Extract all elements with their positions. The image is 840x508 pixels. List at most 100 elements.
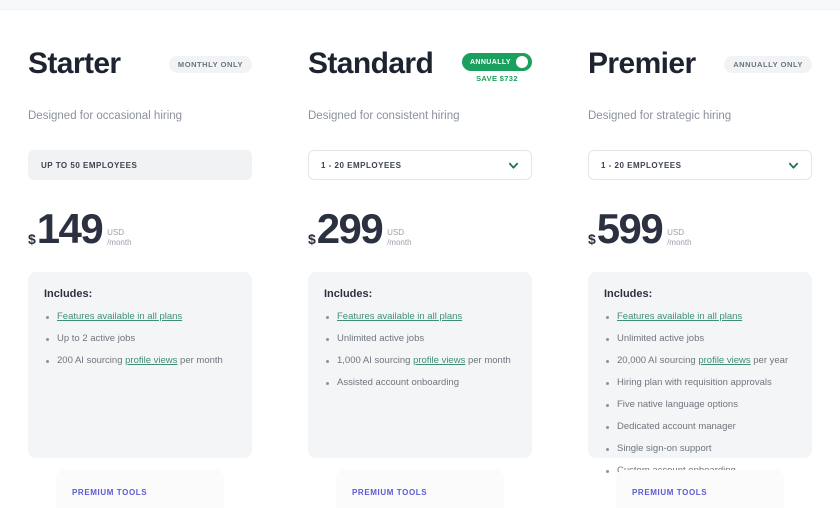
feature-item: 200 AI sourcing profile views per month — [44, 355, 236, 367]
price-period-starter: /month — [107, 238, 132, 247]
includes-panel-standard: Includes: Features available in all plan… — [308, 272, 532, 458]
premium-tools-panel-starter[interactable]: PREMIUM TOOLS — [56, 470, 224, 508]
premium-tools-label-standard: PREMIUM TOOLS — [352, 488, 428, 497]
feature-item: Features available in all plans — [324, 311, 516, 323]
price-meta-premier: USD /month — [667, 228, 691, 248]
chevron-down-icon — [508, 162, 519, 169]
price-standard: $ 299 USD /month — [308, 204, 532, 250]
feature-item: Assisted account onboarding — [324, 377, 516, 389]
feature-text: Hiring plan with requisition approvals — [617, 377, 772, 388]
feature-text: Unlimited active jobs — [337, 333, 425, 344]
feature-text-prefix: 20,000 AI sourcing — [617, 355, 699, 366]
feature-item: Five native language options — [604, 399, 796, 411]
profile-views-link-standard[interactable]: profile views — [413, 355, 465, 366]
price-currency-symbol-starter: $ — [28, 231, 36, 247]
bullet-icon — [606, 381, 609, 385]
employee-range-select-standard[interactable]: 1 - 20 EMPLOYEES — [308, 150, 532, 180]
bullet-icon — [606, 447, 609, 451]
feature-item: Features available in all plans — [604, 311, 796, 323]
includes-panel-starter: Includes: Features available in all plan… — [28, 272, 252, 458]
price-amount-premier: 599 — [596, 205, 664, 252]
feature-text-suffix: per year — [750, 355, 789, 366]
price-starter: $ 149 USD /month — [28, 204, 252, 250]
price-meta-standard: USD /month — [387, 228, 411, 248]
bullet-icon — [606, 403, 609, 407]
feature-text-suffix: per month — [177, 355, 223, 366]
bullet-icon — [46, 337, 49, 341]
feature-list-starter: Features available in all plans Up to 2 … — [44, 311, 236, 367]
plan-title-standard: Standard — [308, 47, 434, 80]
feature-text-prefix: 200 AI sourcing — [57, 355, 126, 366]
feature-item: Single sign-on support — [604, 443, 796, 455]
price-currency-code-premier: USD — [667, 228, 684, 237]
employee-range-pill-starter: UP TO 50 EMPLOYEES — [28, 150, 252, 180]
price-amount-starter: 149 — [36, 205, 104, 252]
features-all-plans-link-starter[interactable]: Features available in all plans — [57, 311, 182, 322]
feature-item: Hiring plan with requisition approvals — [604, 377, 796, 389]
includes-title-standard: Includes: — [324, 288, 373, 300]
employee-range-label-starter: UP TO 50 EMPLOYEES — [41, 160, 138, 170]
premium-tools-label-premier: PREMIUM TOOLS — [632, 488, 708, 497]
price-period-premier: /month — [667, 238, 692, 247]
profile-views-link-starter[interactable]: profile views — [125, 355, 177, 366]
feature-item: Unlimited active jobs — [324, 333, 516, 345]
bullet-icon — [326, 381, 329, 385]
price-period-standard: /month — [387, 238, 412, 247]
billing-period-toggle-standard[interactable]: ANNUALLY — [461, 53, 532, 71]
price-premier: $ 599 USD /month — [588, 204, 812, 250]
chevron-down-icon — [788, 162, 799, 169]
bullet-icon — [46, 315, 49, 319]
feature-list-standard: Features available in all plans Unlimite… — [324, 311, 516, 389]
price-currency-symbol-standard: $ — [308, 231, 316, 247]
plan-header-standard: Standard ANNUALLY SAVE $732 — [308, 9, 532, 93]
feature-item: Features available in all plans — [44, 311, 236, 323]
bullet-icon — [606, 359, 609, 363]
feature-text: Dedicated account manager — [617, 421, 736, 432]
plan-header-premier: Premier ANNUALLY ONLY — [588, 9, 812, 93]
feature-text: Assisted account onboarding — [337, 377, 459, 388]
bullet-icon — [606, 337, 609, 341]
bullet-icon — [326, 359, 329, 363]
features-all-plans-link-premier[interactable]: Features available in all plans — [617, 311, 742, 322]
feature-text-prefix: 1,000 AI sourcing — [337, 355, 414, 366]
includes-panel-premier: Includes: Features available in all plan… — [588, 272, 812, 476]
price-currency-symbol-premier: $ — [588, 231, 596, 247]
premium-tools-label-starter: PREMIUM TOOLS — [72, 488, 148, 497]
feature-text: Single sign-on support — [617, 443, 712, 454]
toggle-knob-icon — [516, 56, 528, 68]
price-currency-code-standard: USD — [387, 228, 404, 237]
plan-tagline-starter: Designed for occasional hiring — [28, 110, 183, 122]
plan-header-starter: Starter MONTHLY ONLY — [28, 9, 252, 93]
price-amount-standard: 299 — [316, 205, 384, 252]
feature-text-suffix: per month — [465, 355, 511, 366]
plan-column-starter: Starter MONTHLY ONLY Designed for occasi… — [0, 9, 280, 508]
pricing-grid: Starter MONTHLY ONLY Designed for occasi… — [0, 9, 840, 508]
premium-tools-panel-standard[interactable]: PREMIUM TOOLS — [336, 470, 504, 508]
premium-tools-panel-premier[interactable]: PREMIUM TOOLS — [616, 470, 784, 508]
feature-item: Dedicated account manager — [604, 421, 796, 433]
feature-text: Up to 2 active jobs — [57, 333, 136, 344]
plan-title-starter: Starter — [28, 47, 121, 80]
feature-item: Unlimited active jobs — [604, 333, 796, 345]
feature-item: 20,000 AI sourcing profile views per yea… — [604, 355, 796, 367]
plan-column-premier: Premier ANNUALLY ONLY Designed for strat… — [560, 9, 840, 508]
employee-range-label-premier: 1 - 20 EMPLOYEES — [601, 160, 682, 170]
bullet-icon — [606, 469, 609, 473]
feature-item: 1,000 AI sourcing profile views per mont… — [324, 355, 516, 367]
savings-note-standard: SAVE $732 — [476, 74, 518, 83]
top-strip — [0, 0, 840, 9]
plan-column-standard: Standard ANNUALLY SAVE $732 Designed for… — [280, 9, 560, 508]
plan-tagline-standard: Designed for consistent hiring — [308, 110, 460, 122]
feature-text: Unlimited active jobs — [617, 333, 705, 344]
billing-toggle-wrap-standard: ANNUALLY SAVE $732 — [461, 53, 532, 83]
bullet-icon — [326, 315, 329, 319]
includes-title-starter: Includes: — [44, 288, 93, 300]
features-all-plans-link-standard[interactable]: Features available in all plans — [337, 311, 462, 322]
plan-tagline-premier: Designed for strategic hiring — [588, 110, 732, 122]
billing-toggle-label-standard: ANNUALLY — [469, 58, 511, 66]
bullet-icon — [46, 359, 49, 363]
bullet-icon — [326, 337, 329, 341]
pricing-page: Starter MONTHLY ONLY Designed for occasi… — [0, 0, 840, 508]
profile-views-link-premier[interactable]: profile views — [698, 355, 750, 366]
employee-range-select-premier[interactable]: 1 - 20 EMPLOYEES — [588, 150, 812, 180]
